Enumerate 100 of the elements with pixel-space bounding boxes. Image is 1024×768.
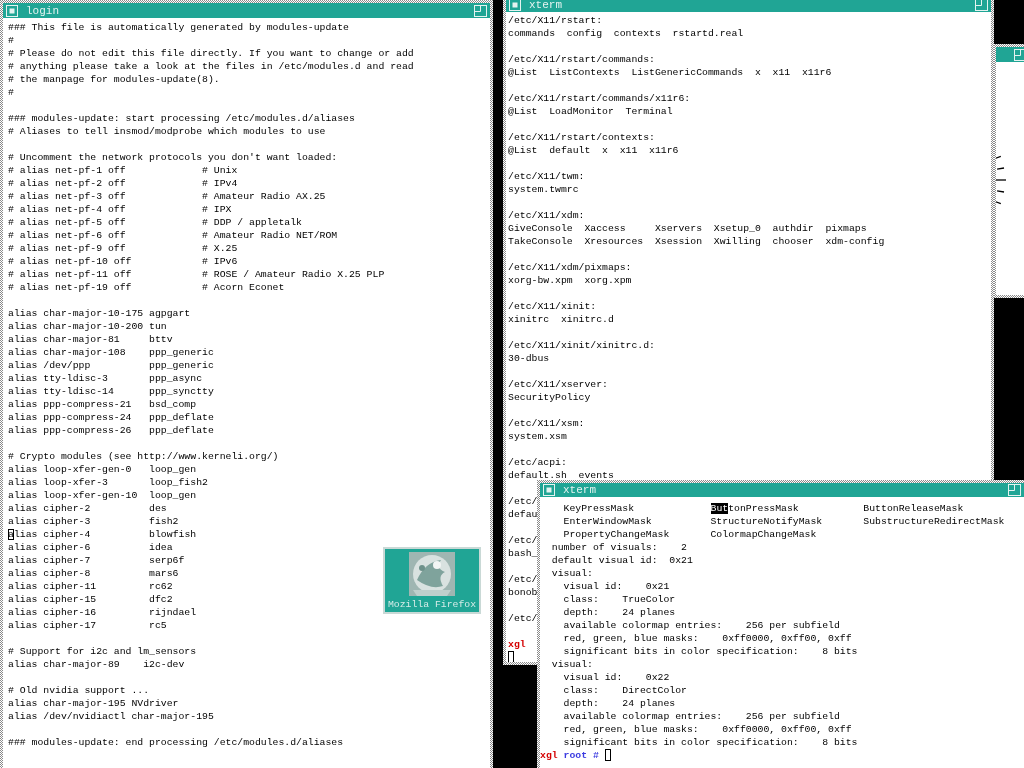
terminal-line: KeyPressMask But tonPressMask ButtonReleaseMask [562, 502, 964, 515]
terminal-line: # Uncomment the network protocols you don't want loaded: [8, 151, 338, 164]
terminal-line: /etc/X11/xsm: [508, 417, 585, 430]
terminal-line: /etc/X11/xinit/xinitrc.d: [508, 339, 655, 352]
terminal-line: ### modules-update: start processing /etc/modules.d/aliases [8, 112, 355, 125]
terminal-line: SecurityPolicy [508, 391, 591, 404]
terminal-line: /etc/X11/xserver: [508, 378, 608, 391]
terminal-line: /etc/X11/xdm: [508, 209, 585, 222]
terminal-line: 30-dbus [508, 352, 550, 365]
terminal-line: class: DirectColor [562, 684, 687, 697]
terminal-line: # Crypto modules (see http://www.kerneli.org/) [8, 450, 279, 463]
terminal-line: red, green, blue masks: 0xff0000, 0xff00, 0xff [562, 723, 852, 736]
terminal-line: system.xsm [508, 430, 567, 443]
window-title: xterm [563, 484, 597, 496]
terminal-line: alias cipher-6 idea [8, 541, 173, 554]
terminal-line: alias cipher-8 mars6 [8, 567, 179, 580]
terminal-line: system.twmrc [508, 183, 579, 196]
terminal-line: bonob [508, 586, 538, 599]
terminal-line: alias tty-ldisc-14 ppp_synctty [8, 385, 214, 398]
window-title: xterm [529, 0, 563, 11]
terminal-line: commands config contexts rstartd.real [508, 27, 744, 40]
terminal-line: # alias net-pf-1 off # Unix [8, 164, 238, 177]
terminal-line: alias /dev/ppp ppp_generic [8, 359, 214, 372]
terminal-line: alias cipher-16 rijndael [8, 606, 197, 619]
shell-prompt: xgl [508, 638, 526, 651]
terminal-line: class: TrueColor [562, 593, 676, 606]
terminal-line: alias loop-xfer-gen-0 loop_gen [8, 463, 197, 476]
maximize-icon[interactable] [1014, 48, 1024, 61]
terminal-line: available colormap entries: 256 per subfield [562, 710, 840, 723]
terminal-line: alias ppp-compress-21 bsd_comp [8, 398, 197, 411]
terminal-line: # alias net-pf-11 off # ROSE / Amateur Radio X.25 PLP [8, 268, 385, 281]
terminal-line: alias loop-xfer-gen-10 loop_gen [8, 489, 197, 502]
terminal-line: /etc/X11/rstart: [508, 14, 603, 27]
terminal-line: default visual id: 0x21 [550, 554, 693, 567]
window-menu-icon[interactable] [6, 4, 18, 17]
terminal-line: alias char-major-81 bttv [8, 333, 173, 346]
terminal-line: defau [508, 508, 538, 521]
terminal-line: /etc/acpi: [508, 456, 567, 469]
terminal-line: # anything please take a look at the files in /etc/modules.d and read [8, 60, 414, 73]
terminal-line: TakeConsole Xresources Xsession Xwilling chooser xdm-config [508, 235, 885, 248]
terminal-line: /etc/X11/rstart/contexts: [508, 131, 655, 144]
terminal-line: # alias net-pf-2 off # IPv4 [8, 177, 238, 190]
desktop-icon[interactable]: Mozilla Firefox [383, 547, 481, 614]
terminal-line: alias ppp-compress-24 ppp_deflate [8, 411, 214, 424]
terminal-line: red, green, blue masks: 0xff0000, 0xff00, 0xff [562, 632, 852, 645]
terminal-line: @List LoadMonitor Terminal [508, 105, 673, 118]
icon-label: Mozilla Firefox [387, 598, 477, 611]
text-cursor [508, 651, 514, 662]
terminal-line: /etc/ [508, 573, 538, 586]
terminal-line: # [8, 34, 14, 47]
terminal-line: /etc/X11/twm: [508, 170, 585, 183]
terminal-line: ### This file is automatically generated by modules-update [8, 21, 349, 34]
terminal-line: alias /dev/nvidiactl char-major-195 [8, 710, 214, 723]
terminal-line: # Please do not edit this file directly. If you want to change or add [8, 47, 414, 60]
terminal-line: # alias net-pf-6 off # Amateur Radio NET/ROM [8, 229, 338, 242]
terminal-line: alias char-major-10-200 tun [8, 320, 167, 333]
maximize-icon[interactable] [1008, 484, 1021, 496]
terminal-line: # alias net-pf-3 off # Amateur Radio AX.25 [8, 190, 326, 203]
terminal-line: # Old nvidia support ... [8, 684, 150, 697]
terminal-line: alias cipher-3 fish2 [8, 515, 179, 528]
terminal-line: # Aliases to tell insmod/modprobe which modules to use [8, 125, 326, 138]
terminal-line: # alias net-pf-9 off # X.25 [8, 242, 238, 255]
terminal-line: # Support for i2c and lm_sensors [8, 645, 197, 658]
terminal-line: /etc/ [508, 534, 538, 547]
terminal-line: default.sh events [508, 469, 614, 482]
terminal-line: # alias net-pf-10 off # IPv6 [8, 255, 238, 268]
terminal-line: bash_ [508, 547, 538, 560]
terminal-line: significant bits in color specification: 8 bits [562, 645, 858, 658]
terminal-line: xinitrc xinitrc.d [508, 313, 614, 326]
terminal-line: visual: [550, 658, 593, 671]
terminal-line: alias cipher-2 des [8, 502, 167, 515]
terminal-line: visual: [550, 567, 593, 580]
window-menu-icon[interactable] [543, 484, 555, 496]
terminal-line: # [8, 86, 14, 99]
terminal-line: alias tty-ldisc-3 ppp_async [8, 372, 202, 385]
terminal-line: depth: 24 planes [562, 697, 676, 710]
terminal-line: # alias net-pf-19 off # Acorn Econet [8, 281, 285, 294]
terminal-line: alias cipher-7 serp6f [8, 554, 185, 567]
terminal-line: alias cipher-4 blowfish [8, 528, 197, 541]
terminal-line: alias cipher-15 dfc2 [8, 593, 173, 606]
terminal-line: depth: 24 planes [562, 606, 676, 619]
shell-prompt: xgl root # [540, 749, 600, 762]
terminal-line: @List ListContexts ListGenericCommands x x11 x11r6 [508, 66, 832, 79]
maximize-icon[interactable] [474, 4, 487, 17]
terminal-line: alias ppp-compress-26 ppp_deflate [8, 424, 214, 437]
window-menu-icon[interactable] [509, 0, 521, 11]
terminal-line: visual id: 0x21 [562, 580, 670, 593]
terminal-line: alias loop-xfer-3 loop_fish2 [8, 476, 208, 489]
maximize-icon[interactable] [975, 0, 988, 11]
terminal-line: /etc/ [508, 612, 538, 625]
terminal-line: xorg-bw.xpm xorg.xpm [508, 274, 632, 287]
terminal-line: alias char-major-195 NVdriver [8, 697, 179, 710]
terminal-line: EnterWindowMask StructureNotifyMask SubstructureRedirectMask [562, 515, 1005, 528]
terminal-line: alias char-major-10-175 agpgart [8, 307, 191, 320]
app-icon [407, 550, 457, 598]
terminal-line: alias cipher-11 rc62 [8, 580, 173, 593]
terminal-line: /etc/X11/rstart/commands: [508, 53, 655, 66]
terminal-line: available colormap entries: 256 per subfield [562, 619, 840, 632]
terminal-line: number of visuals: 2 [550, 541, 687, 554]
terminal-line: alias char-major-108 ppp_generic [8, 346, 214, 359]
